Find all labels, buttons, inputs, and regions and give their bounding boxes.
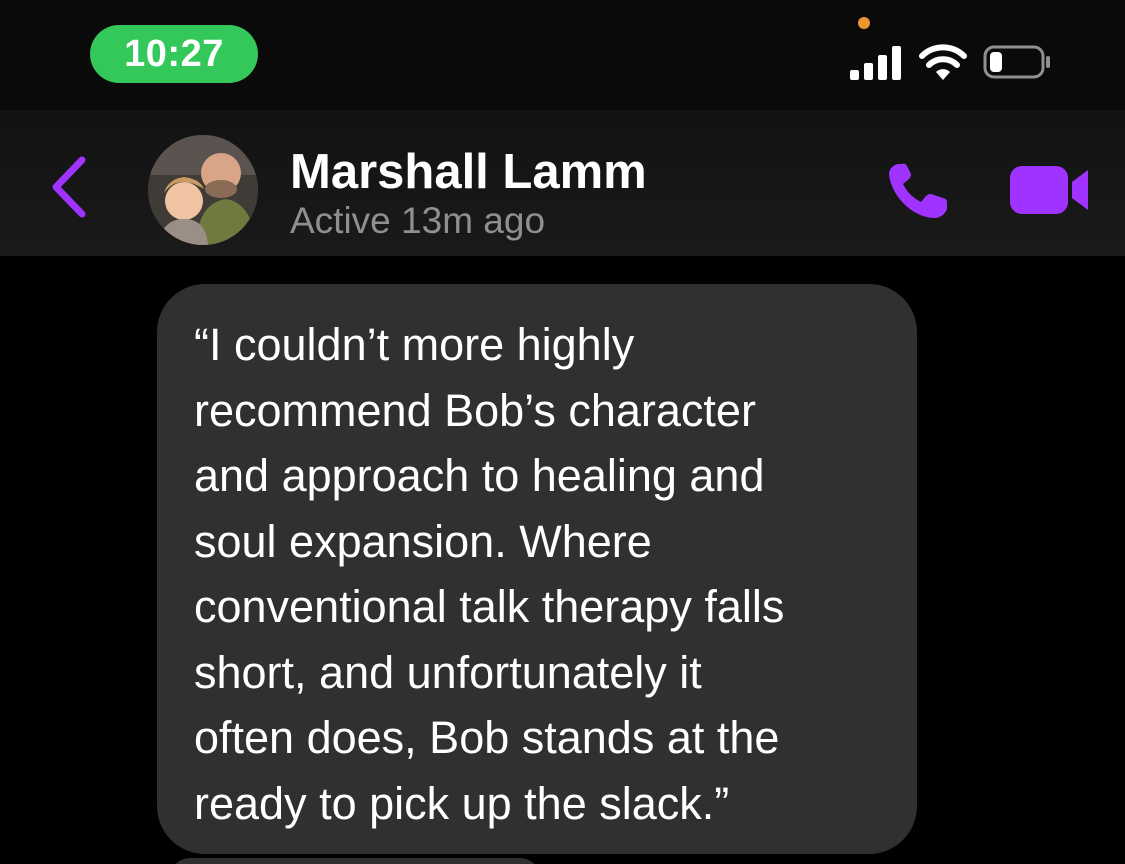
messenger-screen: 10:27 Marshall Lamm Active 13m ago “I co… (0, 0, 1125, 864)
status-bar: 10:27 (0, 0, 1125, 110)
message-thread: “I couldn’t more highly recommend Bob’s … (0, 256, 1125, 864)
wifi-icon (919, 44, 967, 80)
contact-status: Active 13m ago (290, 200, 546, 241)
avatar-photo (148, 135, 258, 245)
chat-header: Marshall Lamm Active 13m ago (0, 110, 1125, 256)
video-camera-icon[interactable] (1008, 162, 1092, 218)
phone-icon[interactable] (885, 158, 955, 222)
battery-icon (983, 45, 1050, 79)
contact-name[interactable]: Marshall Lamm (290, 144, 647, 200)
privacy-indicator-dot (858, 17, 870, 29)
chevron-left-icon[interactable] (44, 152, 94, 222)
message-text: “I couldn’t more highly recommend Bob’s … (194, 319, 785, 829)
signal-icon (850, 46, 901, 80)
message-bubble[interactable]: “I couldn’t more highly recommend Bob’s … (157, 284, 917, 854)
avatar[interactable] (148, 135, 258, 245)
next-message-bubble[interactable] (170, 858, 540, 864)
status-time[interactable]: 10:27 (90, 25, 258, 83)
